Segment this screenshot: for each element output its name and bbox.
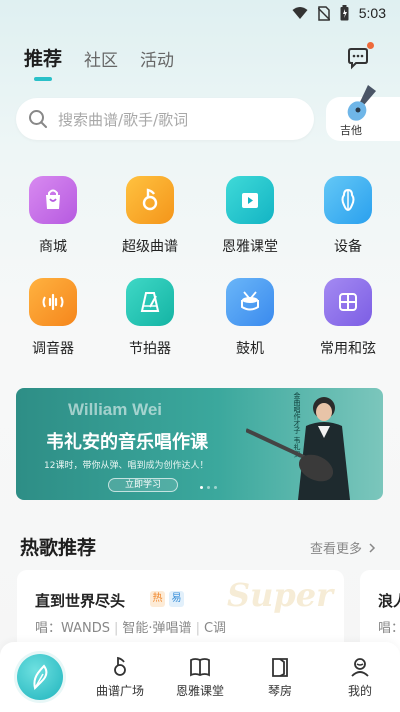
tab-activity[interactable]: 活动: [140, 46, 174, 71]
banner-artist-name: William Wei: [68, 400, 162, 419]
top-tabs: 推荐 社区 活动: [24, 44, 174, 81]
grid-item-enya-class[interactable]: 恩雅课堂: [200, 176, 300, 256]
notification-dot: [367, 42, 374, 49]
easy-badge: 易: [169, 591, 184, 607]
instrument-switch-button[interactable]: 吉他: [326, 85, 400, 141]
artist-with-guitar-image: [246, 397, 350, 500]
feather-logo-icon: [33, 664, 48, 690]
home-button[interactable]: [17, 654, 63, 700]
nav-label: 琴房: [267, 684, 292, 698]
chord-grid-icon: [324, 278, 372, 326]
status-time: 5:03: [358, 5, 386, 21]
hot-badge: 热: [150, 591, 165, 607]
grid-item-metronome[interactable]: 节拍器: [100, 278, 200, 358]
grid-label: 恩雅课堂: [222, 239, 278, 255]
battery-icon: [340, 5, 349, 21]
guitar-icon: [347, 85, 376, 121]
message-button[interactable]: [346, 42, 374, 70]
grid-label: 常用和弦: [320, 341, 376, 357]
nav-label: 曲谱广场: [95, 684, 144, 698]
metronome-icon: [126, 278, 174, 326]
card-watermark: Super: [227, 576, 333, 614]
wifi-icon: [292, 7, 308, 19]
tuner-icon: [29, 278, 77, 326]
grid-item-drum-machine[interactable]: 鼓机: [200, 278, 300, 358]
grid-item-device[interactable]: 设备: [298, 176, 398, 256]
see-more-link[interactable]: 查看更多: [310, 538, 376, 557]
chevron-right-icon: [369, 543, 376, 553]
grid-label: 商城: [39, 239, 67, 255]
promo-banner[interactable]: William Wei 韦礼安的音乐唱作课 12课时，带你从弹、唱到成为创作达人…: [16, 388, 383, 500]
chat-bubble-icon: [348, 48, 368, 70]
bottom-nav: 曲谱广场 恩雅课堂 琴房 我的: [0, 642, 400, 712]
grid-label: 节拍器: [129, 341, 171, 357]
search-icon: [29, 110, 47, 128]
search-bar[interactable]: 搜索曲谱/歌手/歌词: [16, 98, 314, 140]
song-key: C调: [203, 621, 227, 636]
song-singer: 唱：: [378, 621, 400, 636]
grid-label: 设备: [334, 239, 362, 255]
grid-item-chords[interactable]: 常用和弦: [298, 278, 398, 358]
grid-label: 调音器: [32, 341, 74, 357]
user-icon: [351, 658, 369, 677]
music-note-icon: [126, 176, 174, 224]
no-sim-icon: [317, 5, 330, 21]
song-meta: 唱：WANDS | 智能·弹唱谱 | C调: [35, 621, 227, 636]
instrument-label: 吉他: [340, 124, 362, 137]
grid-label: 鼓机: [236, 341, 264, 357]
grid-item-super-score[interactable]: 超级曲谱: [100, 176, 200, 256]
grid-item-shop[interactable]: 商城: [3, 176, 103, 256]
banner-title: 韦礼安的音乐唱作课: [46, 432, 208, 453]
music-note-icon: [114, 656, 126, 676]
search-placeholder: 搜索曲谱/歌手/歌词: [58, 110, 189, 129]
book-icon: [190, 658, 210, 677]
grid-item-tuner[interactable]: 调音器: [3, 278, 103, 358]
banner-subtitle: 12课时，带你从弹、唱到成为创作达人！: [44, 461, 209, 471]
nav-label: 我的: [347, 684, 372, 698]
song-singer: 唱：WANDS: [35, 621, 111, 636]
banner-pagination: [200, 486, 217, 489]
song-name: 直到世界尽头: [35, 592, 126, 610]
nav-label: 恩雅课堂: [175, 684, 224, 698]
guitar-device-icon: [324, 176, 372, 224]
grid-label: 超级曲谱: [122, 239, 178, 255]
song-score-type: 智能·弹唱谱: [122, 621, 192, 636]
nav-piano-room[interactable]: 琴房: [240, 656, 320, 699]
tab-community[interactable]: 社区: [84, 46, 118, 71]
see-more-label: 查看更多: [310, 542, 363, 557]
hot-songs-title: 热歌推荐: [20, 537, 97, 559]
nav-enya-class[interactable]: 恩雅课堂: [160, 656, 240, 699]
nav-score-square[interactable]: 曲谱广场: [80, 656, 160, 699]
video-play-icon: [226, 176, 274, 224]
shopping-bag-icon: [29, 176, 77, 224]
nav-mine[interactable]: 我的: [320, 656, 400, 699]
door-icon: [272, 658, 288, 677]
banner-cta-button[interactable]: 立即学习: [108, 478, 178, 492]
drum-icon: [226, 278, 274, 326]
tab-recommend[interactable]: 推荐: [24, 44, 62, 81]
song-name: 浪人: [378, 592, 400, 610]
status-bar: 5:03: [0, 0, 400, 28]
